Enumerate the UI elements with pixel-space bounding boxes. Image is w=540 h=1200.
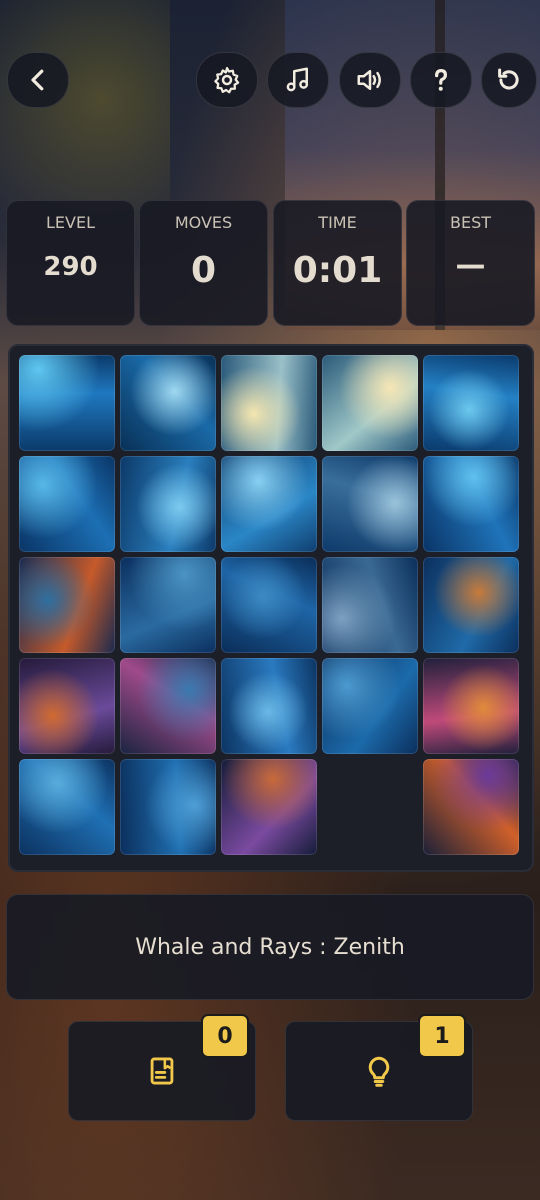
puzzle-tile[interactable] [120, 456, 216, 552]
puzzle-tile[interactable] [423, 456, 519, 552]
puzzle-tile[interactable] [120, 557, 216, 653]
puzzle-tile[interactable] [423, 355, 519, 451]
time-stat: TIME 0:01 [273, 200, 402, 326]
lightbulb-icon [368, 1056, 390, 1087]
music-note-icon [286, 67, 309, 92]
time-value: 0:01 [292, 250, 383, 291]
puzzle-tile[interactable] [19, 557, 115, 653]
puzzle-title-panel: Whale and Rays : Zenith [6, 894, 534, 1000]
chevron-left-icon [31, 69, 44, 91]
puzzle-tile[interactable] [423, 658, 519, 754]
best-value: — [455, 248, 486, 283]
best-stat: BEST — [406, 200, 535, 326]
puzzle-tile[interactable] [322, 355, 418, 451]
hint-button[interactable]: 1 [285, 1014, 473, 1121]
restart-button[interactable] [481, 52, 537, 108]
puzzle-tile[interactable] [120, 658, 216, 754]
puzzle-tile[interactable] [423, 759, 519, 855]
settings-button[interactable] [196, 52, 258, 108]
puzzle-tile[interactable] [221, 456, 317, 552]
notes-button[interactable]: 0 [68, 1014, 256, 1121]
music-button[interactable] [267, 52, 329, 108]
puzzle-tile[interactable] [423, 557, 519, 653]
puzzle-tile[interactable] [221, 557, 317, 653]
level-value: 290 [43, 252, 98, 282]
hint-count-badge: 1 [418, 1014, 466, 1058]
notes-count-badge: 0 [201, 1014, 249, 1058]
level-stat: LEVEL 290 [6, 200, 135, 326]
puzzle-tile[interactable] [19, 355, 115, 451]
time-label: TIME [318, 213, 357, 232]
moves-stat: MOVES 0 [139, 200, 268, 326]
sound-button[interactable] [339, 52, 401, 108]
help-button[interactable] [410, 52, 472, 108]
notebook-icon [150, 1057, 174, 1085]
puzzle-tile[interactable] [120, 355, 216, 451]
puzzle-title: Whale and Rays : Zenith [135, 934, 405, 960]
puzzle-tile[interactable] [322, 456, 418, 552]
question-icon [435, 68, 448, 91]
puzzle-tile[interactable] [221, 759, 317, 855]
puzzle-tile[interactable] [221, 658, 317, 754]
puzzle-tile[interactable] [19, 658, 115, 754]
puzzle-tile[interactable] [221, 355, 317, 451]
puzzle-board [8, 344, 534, 872]
best-label: BEST [449, 213, 491, 232]
restart-icon [498, 68, 519, 90]
puzzle-tile[interactable] [120, 759, 216, 855]
speaker-icon [357, 70, 381, 90]
moves-value: 0 [190, 250, 217, 291]
back-button[interactable] [7, 52, 69, 108]
puzzle-tile[interactable] [322, 658, 418, 754]
puzzle-tile[interactable] [19, 759, 115, 855]
puzzle-tile[interactable] [322, 557, 418, 653]
level-label: LEVEL [46, 213, 95, 232]
moves-label: MOVES [174, 213, 233, 232]
puzzle-tile[interactable] [19, 456, 115, 552]
gear-icon [214, 67, 240, 94]
